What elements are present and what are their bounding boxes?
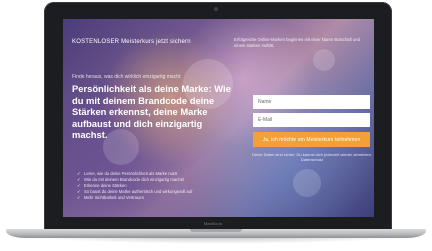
laptop-lid: KOSTENLOSER Meisterkurs jetzt sichern Er… bbox=[44, 2, 392, 230]
bokeh-light bbox=[293, 169, 321, 197]
name-input[interactable] bbox=[253, 95, 370, 109]
email-input[interactable] bbox=[253, 113, 370, 127]
benefit-item: Mehr Sichtbarkeit und Vertrauen bbox=[77, 195, 237, 201]
header-info-text: Erfolgreiche Online-Marken beginnen mit … bbox=[234, 37, 360, 48]
device-model-label: MacBook bbox=[204, 221, 223, 226]
laptop-notch bbox=[190, 229, 242, 232]
bokeh-light bbox=[313, 49, 335, 71]
page-subtitle: Finde heraus, was dich wirklich einzigar… bbox=[72, 74, 181, 80]
brand-title: KOSTENLOSER Meisterkurs jetzt sichern bbox=[72, 39, 191, 45]
signup-submit-button[interactable]: Ja, ich möchte am Meisterkurs teilnehmen bbox=[253, 132, 370, 147]
page-headline: Persönlichkeit als deine Marke: Wie du m… bbox=[72, 83, 231, 141]
privacy-disclaimer: Deine Daten sind sicher. Du kannst dich … bbox=[252, 152, 372, 163]
landing-page-screen: KOSTENLOSER Meisterkurs jetzt sichern Er… bbox=[63, 19, 374, 217]
benefit-list: Lerne, wie du deine Persönlichkeit als M… bbox=[77, 171, 237, 201]
camera-icon bbox=[214, 7, 218, 11]
